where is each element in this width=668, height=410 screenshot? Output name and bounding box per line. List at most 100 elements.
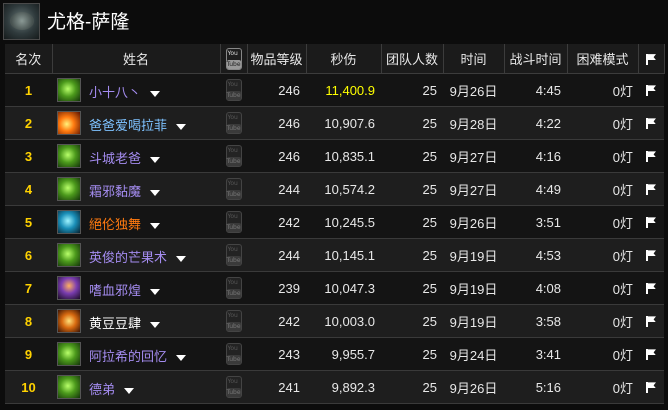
col-flag[interactable] [638, 44, 665, 74]
youtube-icon[interactable] [225, 145, 242, 167]
chevron-down-icon[interactable] [176, 255, 187, 262]
player-cell[interactable]: 阿拉希的回忆 [52, 337, 220, 371]
chevron-down-icon[interactable] [124, 387, 135, 394]
table-row[interactable]: 9 阿拉希的回忆 2439,955.7259月24日3:410灯 [5, 337, 664, 371]
table-row[interactable]: 3 斗城老爸 24610,835.1259月27日4:160灯 [5, 139, 664, 173]
flag-cell[interactable] [638, 304, 664, 338]
youtube-cell[interactable] [220, 238, 247, 272]
flag-icon[interactable] [646, 250, 656, 262]
chevron-down-icon[interactable] [150, 222, 161, 229]
youtube-cell[interactable] [220, 370, 247, 404]
col-rank[interactable]: 名次 [5, 44, 53, 74]
youtube-icon[interactable] [225, 310, 242, 332]
flag-cell[interactable] [638, 106, 664, 140]
player-cell[interactable]: 霜邪黏魔 [52, 172, 220, 206]
flag-icon[interactable] [646, 85, 656, 97]
table-row[interactable]: 6 英俊的芒果术 24410,145.1259月19日4:530灯 [5, 238, 664, 272]
col-youtube[interactable] [220, 44, 248, 74]
player-name-link[interactable]: 霜邪黏魔 [89, 184, 141, 199]
youtube-icon[interactable] [225, 277, 242, 299]
chevron-down-icon[interactable] [150, 156, 161, 163]
player-name-link[interactable]: 黄豆豆肆 [89, 316, 141, 331]
table-row[interactable]: 8 黄豆豆肆 24210,003.0259月19日3:580灯 [5, 304, 664, 338]
col-hard-mode[interactable]: 困难模式 [567, 44, 639, 74]
player-cell[interactable]: 絕伦独舞 [52, 205, 220, 239]
col-item-level[interactable]: 物品等级 [247, 44, 307, 74]
table-row[interactable]: 5 絕伦独舞 24210,245.5259月26日3:510灯 [5, 205, 664, 239]
rank-cell: 8 [5, 304, 52, 338]
player-cell[interactable]: 嗜血邪煌 [52, 271, 220, 305]
player-name-link[interactable]: 德弟 [89, 382, 115, 397]
table-row[interactable]: 7 嗜血邪煌 23910,047.3259月19日4:080灯 [5, 271, 664, 305]
player-cell[interactable]: 斗城老爸 [52, 139, 220, 173]
youtube-icon[interactable] [225, 244, 242, 266]
player-cell[interactable]: 英俊的芒果术 [52, 238, 220, 272]
youtube-cell[interactable] [220, 106, 247, 140]
boss-header: 尤格-萨隆 [0, 0, 668, 42]
chevron-down-icon[interactable] [150, 288, 161, 295]
chevron-down-icon[interactable] [176, 354, 187, 361]
flag-icon[interactable] [646, 217, 656, 229]
flag-icon[interactable] [646, 118, 656, 130]
flag-cell[interactable] [638, 337, 664, 371]
date-cell: 9月24日 [443, 337, 504, 371]
player-name-link[interactable]: 爸爸爱喝拉菲 [89, 118, 167, 133]
chevron-down-icon[interactable] [176, 123, 187, 130]
flag-cell[interactable] [638, 205, 664, 239]
table-row[interactable]: 2 爸爸爱喝拉菲 24610,907.6259月28日4:220灯 [5, 106, 664, 140]
flag-icon[interactable] [646, 349, 656, 361]
youtube-icon[interactable] [225, 112, 242, 134]
player-cell[interactable]: 爸爸爱喝拉菲 [52, 106, 220, 140]
col-fight-time[interactable]: 战斗时间 [504, 44, 568, 74]
flag-icon[interactable] [646, 184, 656, 196]
chevron-down-icon[interactable] [150, 90, 161, 97]
youtube-icon[interactable] [225, 376, 242, 398]
flag-cell[interactable] [638, 238, 664, 272]
player-name-link[interactable]: 阿拉希的回忆 [89, 349, 167, 364]
fight-time-cell: 4:45 [504, 73, 567, 107]
hard-mode-cell: 0灯 [567, 139, 638, 173]
table-row[interactable]: 10 德弟 2419,892.3259月26日5:160灯 [5, 370, 664, 404]
chevron-down-icon[interactable] [150, 321, 161, 328]
youtube-cell[interactable] [220, 205, 247, 239]
youtube-cell[interactable] [220, 304, 247, 338]
flag-icon[interactable] [646, 382, 656, 394]
youtube-icon[interactable] [225, 79, 242, 101]
flag-icon[interactable] [646, 283, 656, 295]
flag-cell[interactable] [638, 370, 664, 404]
flag-cell[interactable] [638, 139, 664, 173]
hard-mode-cell: 0灯 [567, 73, 638, 107]
fight-time-cell: 4:53 [504, 238, 567, 272]
flag-cell[interactable] [638, 73, 664, 107]
flag-icon[interactable] [646, 316, 656, 328]
youtube-cell[interactable] [220, 139, 247, 173]
player-cell[interactable]: 黄豆豆肆 [52, 304, 220, 338]
table-row[interactable]: 4 霜邪黏魔 24410,574.2259月27日4:490灯 [5, 172, 664, 206]
player-name-link[interactable]: 斗城老爸 [89, 151, 141, 166]
col-dps[interactable]: 秒伤 [306, 44, 382, 74]
flag-icon[interactable] [646, 151, 656, 163]
player-name-link[interactable]: 英俊的芒果术 [89, 250, 167, 265]
col-name[interactable]: 姓名 [52, 44, 221, 74]
flag-cell[interactable] [638, 271, 664, 305]
youtube-cell[interactable] [220, 271, 247, 305]
youtube-icon[interactable] [225, 211, 242, 233]
col-date[interactable]: 时间 [443, 44, 505, 74]
rank-cell: 5 [5, 205, 52, 239]
raid-size-cell: 25 [381, 205, 443, 239]
youtube-icon[interactable] [225, 343, 242, 365]
player-name-link[interactable]: 嗜血邪煌 [89, 283, 141, 298]
youtube-cell[interactable] [220, 337, 247, 371]
flag-cell[interactable] [638, 172, 664, 206]
player-cell[interactable]: 德弟 [52, 370, 220, 404]
player-name-link[interactable]: 小十八丶 [89, 85, 141, 100]
player-cell[interactable]: 小十八丶 [52, 73, 220, 107]
player-name-link[interactable]: 絕伦独舞 [89, 217, 141, 232]
table-row[interactable]: 1 小十八丶 24611,400.9259月26日4:450灯 [5, 73, 664, 107]
chevron-down-icon[interactable] [150, 189, 161, 196]
youtube-icon[interactable] [225, 178, 242, 200]
hard-mode-cell: 0灯 [567, 304, 638, 338]
youtube-cell[interactable] [220, 73, 247, 107]
col-raid-size[interactable]: 团队人数 [381, 44, 444, 74]
youtube-cell[interactable] [220, 172, 247, 206]
